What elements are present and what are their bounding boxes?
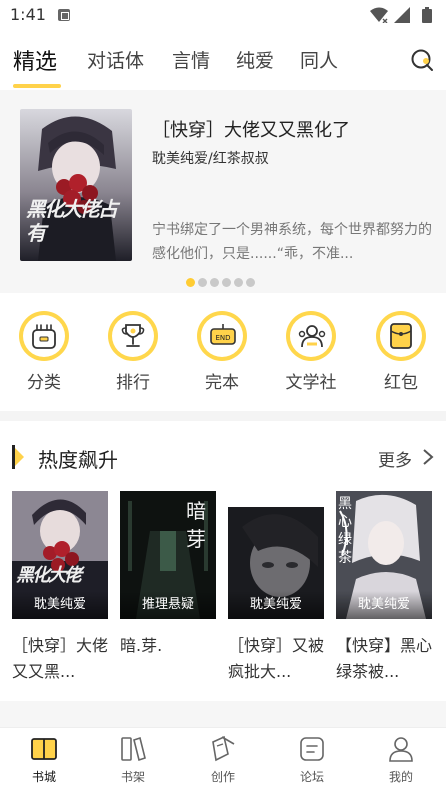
tab-chunai[interactable]: 纯爱 — [236, 46, 274, 73]
active-tab-indicator — [13, 84, 61, 88]
book-cover[interactable]: 暗芽 推理悬疑 — [120, 491, 216, 619]
quick-item-category[interactable]: 分类 — [9, 311, 79, 393]
section-divider — [0, 701, 446, 727]
carousel-dots — [186, 272, 258, 287]
book-cover-text: 黑化大佬 — [16, 565, 82, 586]
tab-tongren[interactable]: 同人 — [300, 46, 338, 73]
nav-create[interactable]: 创作 — [193, 734, 253, 785]
book-cover-text: 黑心绿茶 — [338, 496, 352, 566]
pen-icon — [212, 735, 235, 762]
book-genre: 耽美纯爱 — [228, 591, 324, 619]
banner-book-cover[interactable]: 黑化大佬占有 — [20, 109, 132, 261]
banner-cover-text: 黑化大佬占有 — [26, 197, 118, 245]
book-genre: 耽美纯爱 — [12, 591, 108, 619]
red-envelope-icon — [376, 311, 426, 361]
book-title[interactable]: ［快穿］大佬又又黑... — [12, 633, 108, 685]
nav-mine[interactable]: 我的 — [371, 734, 431, 785]
tab-jingxuan[interactable]: 精选 — [13, 44, 57, 76]
book-title[interactable]: 【快穿】黑心绿茶被... — [336, 633, 432, 685]
quick-label: 红包 — [384, 373, 418, 393]
nav-label: 论坛 — [299, 770, 324, 784]
bottom-navigation: 书城 书架 创作 论坛 我的 — [0, 727, 446, 793]
carousel-dot — [222, 278, 231, 287]
app-notification-icon — [58, 9, 70, 21]
quick-label: 文学社 — [285, 373, 337, 393]
search-icon[interactable] — [410, 48, 434, 72]
wifi-icon — [370, 7, 388, 23]
book-title[interactable]: ［快穿］又被疯批大... — [228, 633, 324, 685]
book-cover[interactable]: 耽美纯爱 — [228, 507, 324, 619]
section-divider — [0, 411, 446, 421]
nav-bookstore[interactable]: 书城 — [14, 734, 74, 785]
bag-icon — [19, 311, 69, 361]
end-sign-icon: END — [197, 311, 247, 361]
status-bar: 1:41 — [0, 0, 446, 30]
carousel-dot — [198, 278, 207, 287]
book-cover-text: 暗芽 — [186, 499, 206, 551]
banner-title[interactable]: ［快穿］大佬又又黑化了 — [152, 116, 350, 142]
book-cover[interactable]: 黑心绿茶 耽美纯爱 — [336, 491, 432, 619]
svg-text:END: END — [215, 334, 230, 342]
tab-yanqing[interactable]: 言情 — [172, 46, 210, 73]
book-title[interactable]: 暗.芽. — [120, 633, 216, 659]
hot-rising-section: 热度飙升 更多 黑化大佬 耽美纯爱 ［快穿］大佬又又黑... 暗芽 推理悬疑 暗… — [0, 421, 446, 701]
book-open-icon — [31, 738, 57, 760]
featured-banner[interactable]: 黑化大佬占有 ［快穿］大佬又又黑化了 耽美纯爱/红茶叔叔 宁书绑定了一个男神系统… — [0, 90, 446, 293]
more-link[interactable]: 更多 — [378, 446, 412, 471]
quick-item-literary-club[interactable]: 文学社 — [276, 311, 346, 393]
battery-icon — [422, 7, 432, 23]
section-title: 热度飙升 — [38, 448, 118, 472]
forum-icon — [300, 737, 324, 761]
book-cover[interactable]: 黑化大佬 耽美纯爱 — [12, 491, 108, 619]
chevron-right-icon[interactable] — [422, 448, 434, 466]
carousel-dot — [210, 278, 219, 287]
nav-bookshelf[interactable]: 书架 — [103, 734, 163, 785]
quick-item-ranking[interactable]: 排行 — [98, 311, 168, 393]
carousel-dot — [246, 278, 255, 287]
nav-label: 我的 — [388, 770, 413, 784]
bookshelf-icon — [121, 736, 146, 762]
book-genre: 耽美纯爱 — [336, 591, 432, 619]
group-icon — [286, 311, 336, 361]
quick-item-red-envelope[interactable]: 红包 — [366, 311, 436, 393]
quick-item-completed[interactable]: END 完本 — [187, 311, 257, 393]
banner-description: 宁书绑定了一个男神系统，每个世界都努力的感化他们，只是......“乖，不准..… — [152, 222, 432, 262]
nav-forum[interactable]: 论坛 — [282, 734, 342, 785]
quick-menu: 分类 排行 END 完本 文学社 红包 — [0, 293, 446, 411]
carousel-dot — [186, 278, 195, 287]
quick-label: 完本 — [205, 373, 239, 393]
category-tabs: 精选 对话体 言情 纯爱 同人 — [0, 30, 446, 90]
carousel-dot — [234, 278, 243, 287]
banner-tags: 耽美纯爱/红茶叔叔 — [152, 151, 269, 167]
book-genre: 推理悬疑 — [120, 591, 216, 619]
trophy-icon — [108, 311, 158, 361]
section-marker-icon — [12, 445, 24, 469]
quick-label: 分类 — [27, 373, 61, 393]
status-time: 1:41 — [10, 5, 46, 24]
quick-label: 排行 — [116, 373, 150, 393]
user-icon — [389, 737, 413, 762]
nav-label: 书架 — [120, 770, 145, 784]
signal-icon — [394, 7, 410, 23]
nav-label: 书城 — [31, 770, 56, 784]
tab-duihuati[interactable]: 对话体 — [87, 46, 144, 73]
nav-label: 创作 — [210, 770, 235, 784]
